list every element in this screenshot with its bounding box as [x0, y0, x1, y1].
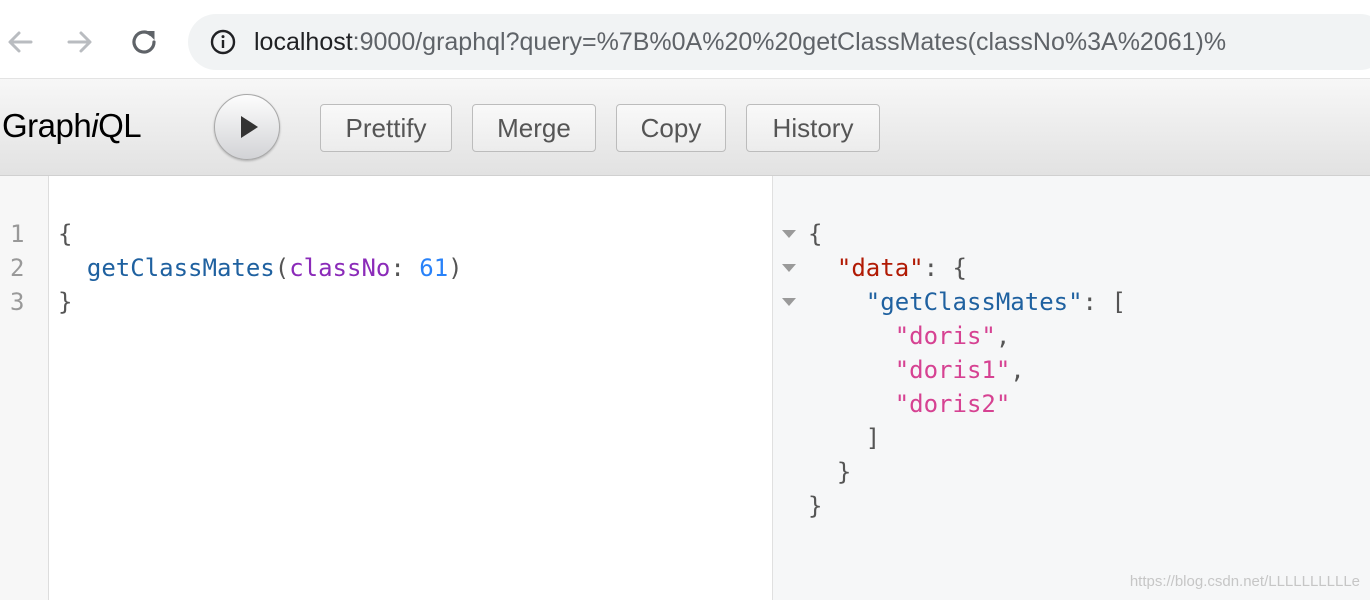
- argument-colon: :: [390, 254, 420, 282]
- forward-button[interactable]: [60, 22, 100, 62]
- line-number: 3: [10, 288, 25, 316]
- browser-toolbar: localhost:9000/graphql?query=%7B%0A%20%2…: [0, 0, 1370, 79]
- result-line: "doris",: [808, 319, 1011, 353]
- paren-open: (: [274, 254, 290, 282]
- back-button[interactable]: [0, 22, 40, 62]
- paren-close: ): [448, 254, 463, 282]
- result-line: ]: [808, 421, 880, 455]
- query-line-3[interactable]: }: [58, 285, 72, 319]
- result-close-outer: }: [808, 492, 823, 520]
- line-number: 1: [10, 220, 25, 248]
- query-line-2[interactable]: getClassMates(classNo: 61): [58, 251, 463, 285]
- result-line: }: [808, 455, 851, 489]
- fold-arrow-icon[interactable]: [782, 230, 796, 238]
- url-host: localhost: [254, 27, 353, 56]
- query-line-1[interactable]: {: [58, 217, 72, 251]
- result-open-brace: {: [808, 220, 823, 248]
- copy-button[interactable]: Copy: [616, 104, 726, 152]
- result-close-inner: }: [836, 458, 852, 486]
- prettify-button[interactable]: Prettify: [320, 104, 452, 152]
- result-item: "doris1": [894, 356, 1011, 384]
- result-line: "getClassMates": [: [808, 285, 1126, 319]
- url-text: localhost:9000/graphql?query=%7B%0A%20%2…: [254, 28, 1226, 57]
- reload-icon: [132, 30, 156, 54]
- play-icon: [241, 116, 258, 138]
- logo-ql: QL: [98, 107, 142, 144]
- arrow-right-icon: [67, 31, 92, 53]
- result-data-sep: : {: [923, 254, 967, 282]
- address-bar[interactable]: localhost:9000/graphql?query=%7B%0A%20%2…: [188, 14, 1370, 70]
- arrow-left-icon: [8, 31, 33, 53]
- fold-arrow-icon[interactable]: [782, 264, 796, 272]
- line-number-gutter: [0, 176, 49, 600]
- result-close-bracket: ]: [865, 424, 881, 452]
- argument-name: classNo: [289, 254, 391, 282]
- watermark: https://blog.csdn.net/LLLLLLLLLLe: [1129, 573, 1360, 590]
- result-comma: ,: [995, 322, 1011, 350]
- history-button[interactable]: History: [746, 104, 880, 152]
- url-path: :9000/graphql?query=%7B%0A%20%20getClass…: [352, 27, 1227, 56]
- graphiql-logo: GraphiQL: [2, 107, 142, 145]
- reload-button[interactable]: [124, 22, 164, 62]
- logo-graph: Graph: [2, 107, 92, 144]
- open-brace: {: [58, 220, 73, 248]
- result-line: }: [808, 489, 822, 523]
- execute-query-button[interactable]: [214, 94, 280, 160]
- result-data-key: "data": [836, 254, 924, 282]
- graphiql-toolbar: GraphiQL Prettify Merge Copy History: [0, 79, 1370, 176]
- result-field-key: "getClassMates": [865, 288, 1083, 316]
- close-brace: }: [58, 288, 73, 316]
- merge-button[interactable]: Merge: [472, 104, 596, 152]
- argument-value: 61: [419, 254, 449, 282]
- result-line: "doris1",: [808, 353, 1025, 387]
- line-number: 2: [10, 254, 25, 282]
- fold-arrow-icon[interactable]: [782, 298, 796, 306]
- result-line: "doris2": [808, 387, 1011, 421]
- result-line: "data": {: [808, 251, 967, 285]
- query-field: getClassMates: [86, 254, 275, 282]
- result-field-sep: : [: [1082, 288, 1126, 316]
- result-comma: ,: [1010, 356, 1025, 384]
- result-line: {: [808, 217, 822, 251]
- result-item: "doris": [894, 322, 996, 350]
- result-item: "doris2": [894, 390, 1011, 418]
- query-editor[interactable]: [49, 176, 772, 600]
- info-icon[interactable]: [208, 27, 238, 57]
